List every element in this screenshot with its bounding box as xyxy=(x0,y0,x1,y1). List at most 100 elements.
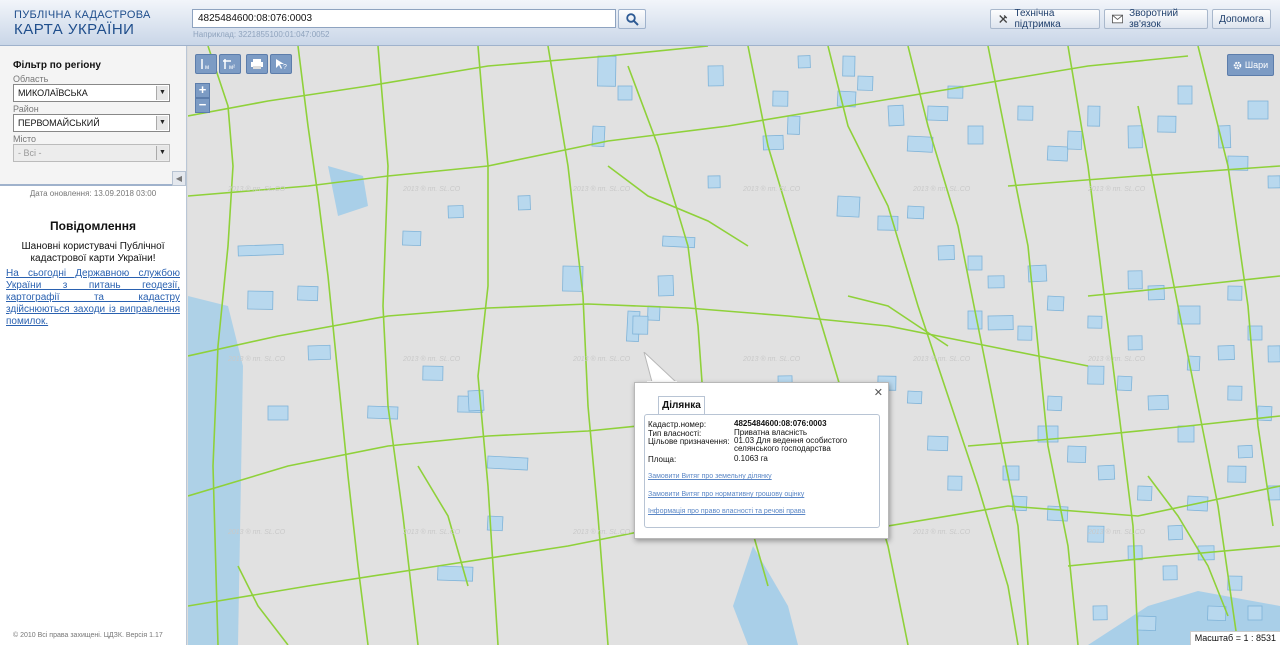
parcel xyxy=(1017,325,1033,341)
parcel xyxy=(927,435,949,452)
parcel xyxy=(1046,395,1063,412)
map-watermark: 2013 ® пп. SL.CO xyxy=(1087,528,1146,536)
map-watermark: 2013 ® пп. SL.CO xyxy=(912,528,971,536)
map-watermark: 2013 ® пп. SL.CO xyxy=(227,528,286,536)
wrench-icon xyxy=(999,15,1008,23)
logo-line1: ПУБЛІЧНА КАДАСТРОВА xyxy=(14,9,151,21)
chevron-down-icon: ▼ xyxy=(156,86,168,100)
parcel xyxy=(647,305,661,321)
map-watermark: 2013 ® пп. SL.CO xyxy=(1087,185,1146,193)
parcel xyxy=(1116,375,1133,392)
parcel xyxy=(1067,445,1087,464)
parcel xyxy=(1157,115,1177,133)
chevron-down-icon: ▼ xyxy=(156,146,168,160)
map-canvas[interactable]: 2013 ® пп. SL.CO 2013 ® пп. SL.CO 2013 ® п… xyxy=(188,46,1280,645)
parcel xyxy=(937,245,955,261)
parcel xyxy=(906,205,925,220)
search-button[interactable] xyxy=(618,9,646,29)
feedback-button[interactable]: Зворотний зв'язок xyxy=(1104,8,1208,30)
parcel xyxy=(1247,100,1269,120)
logo[interactable]: ПУБЛІЧНА КАДАСТРОВА КАРТА УКРАЇНИ xyxy=(14,9,151,38)
ruler-icon: м xyxy=(201,59,209,70)
measure-distance-button[interactable]: м xyxy=(195,54,217,74)
parcel xyxy=(1162,565,1178,581)
parcel xyxy=(632,315,649,335)
water-area xyxy=(188,296,243,645)
order-valuation-link[interactable]: Замовити Витяг про нормативну грошову оц… xyxy=(648,491,804,498)
left-panel: Фільтр по регіону Область МИКОЛАЇВСЬКА ▼… xyxy=(0,46,187,645)
parcel xyxy=(1237,444,1254,459)
row-key: Кадастр.номер: xyxy=(648,420,707,429)
cursor-question-icon: ? xyxy=(276,59,287,70)
update-date: Дата оновлення: 13.09.2018 03:00 xyxy=(29,189,157,198)
parcel xyxy=(1177,85,1193,105)
parcel xyxy=(857,75,874,91)
parcel xyxy=(1127,125,1143,149)
svg-text:м: м xyxy=(205,65,209,70)
city-label: Місто xyxy=(13,134,37,144)
ownership-info-link[interactable]: Інформація про право власності та речові… xyxy=(648,508,805,515)
measure-area-button[interactable]: м² xyxy=(219,54,241,74)
parcel xyxy=(1267,345,1280,363)
cadastral-map: 2013 ® пп. SL.CO 2013 ® пп. SL.CO 2013 ® п… xyxy=(188,46,1280,645)
tech-support-label: Технічна підтримка xyxy=(1014,8,1061,30)
copyright: © 2010 Всі права захищені. ЦДЗК. Версія … xyxy=(13,632,163,639)
parcel xyxy=(786,115,801,135)
order-extract-link[interactable]: Замовити Витяг про земельну ділянку xyxy=(648,473,772,480)
parcel xyxy=(836,195,861,218)
parcel xyxy=(657,275,675,297)
parcel xyxy=(247,290,274,310)
close-icon[interactable]: ✕ xyxy=(874,386,883,399)
tech-support-button[interactable]: Технічна підтримка xyxy=(990,8,1100,30)
map-watermark: 2013 ® пп. SL.CO xyxy=(912,185,971,193)
parcel xyxy=(707,65,724,87)
parcel xyxy=(1002,465,1020,481)
identify-button[interactable]: ? xyxy=(270,54,292,74)
map-watermark: 2013 ® пп. SL.CO xyxy=(402,355,461,363)
notice-link[interactable]: На сьогодні Державною службою України з … xyxy=(6,268,180,328)
filter-title: Фільтр по регіону xyxy=(13,60,101,71)
layers-button[interactable]: Шари xyxy=(1227,54,1274,76)
gear-icon xyxy=(1233,61,1242,69)
zoom-out-button[interactable]: − xyxy=(195,98,210,113)
parcel xyxy=(597,55,617,87)
feedback-label: Зворотний зв'язок xyxy=(1129,8,1179,30)
parcel xyxy=(662,235,696,249)
map-watermark: 2013 ® пп. SL.CO xyxy=(572,185,631,193)
layers-label: Шари xyxy=(1244,60,1269,70)
district-select[interactable]: ПЕРВОМАЙСЬКИЙ ▼ xyxy=(13,114,170,132)
parcel xyxy=(967,255,983,271)
help-button[interactable]: Допомога xyxy=(1212,9,1271,29)
collapse-panel-button[interactable]: ◀ xyxy=(172,171,186,186)
scale-indicator: Масштаб = 1 : 8531 xyxy=(1189,631,1280,645)
parcel xyxy=(1087,315,1103,329)
area-ruler-icon: м² xyxy=(223,59,235,70)
search-input[interactable] xyxy=(192,9,616,28)
tab-parcel[interactable]: Ділянка xyxy=(658,396,705,415)
map-watermark: 2013 ® пп. SL.CO xyxy=(912,355,971,363)
parcel xyxy=(772,90,789,107)
map-watermark: 2013 ® пп. SL.CO xyxy=(1087,355,1146,363)
popup-body: Кадастр.номер: 4825484600:08:076:0003 Ти… xyxy=(644,414,880,528)
map-watermark: 2013 ® пп. SL.CO xyxy=(742,355,801,363)
notice-title: Повідомлення xyxy=(50,219,136,233)
zoom-in-button[interactable]: + xyxy=(195,83,210,98)
parcel xyxy=(927,105,949,122)
search-example: Наприклад: 3221855100:01:047:0052 xyxy=(193,30,330,39)
row-key: Цільове призначення: xyxy=(648,437,730,446)
parcel xyxy=(1127,270,1143,290)
parcel xyxy=(367,405,399,420)
print-button[interactable] xyxy=(246,54,268,74)
city-select[interactable]: - Всі - ▼ xyxy=(13,144,170,162)
parcel xyxy=(947,475,963,491)
parcel xyxy=(1227,285,1243,301)
district-label: Район xyxy=(13,104,39,114)
parcel xyxy=(402,230,422,247)
parcel xyxy=(237,244,284,257)
parcel-popup: ✕ Ділянка Кадастр.номер: 4825484600:08:0… xyxy=(634,382,889,539)
region-select[interactable]: МИКОЛАЇВСЬКА ▼ xyxy=(13,84,170,102)
parcel xyxy=(1137,615,1157,632)
parcel xyxy=(987,275,1005,289)
region-filter: Фільтр по регіону Область МИКОЛАЇВСЬКА ▼… xyxy=(0,46,186,186)
region-value: МИКОЛАЇВСЬКА xyxy=(18,88,88,98)
